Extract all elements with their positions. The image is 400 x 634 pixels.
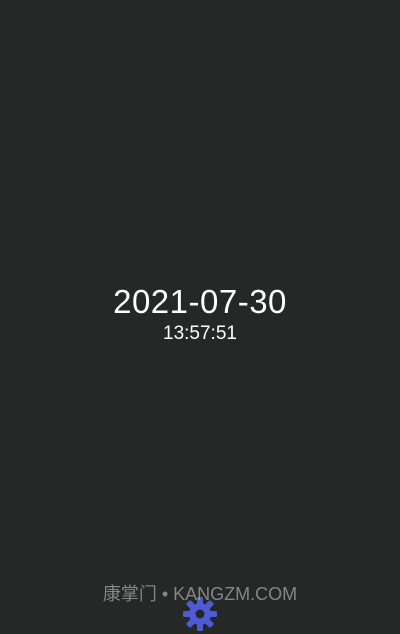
gear-icon [183,597,217,631]
time-text: 13:57:51 [163,323,237,344]
clock-display: 2021-07-30 13:57:51 [0,282,400,346]
date-text: 2021-07-30 [113,283,287,320]
settings-button[interactable] [180,594,220,634]
clock-screen: 2021-07-30 13:57:51 康掌门 • KANGZM.COM [0,0,400,631]
